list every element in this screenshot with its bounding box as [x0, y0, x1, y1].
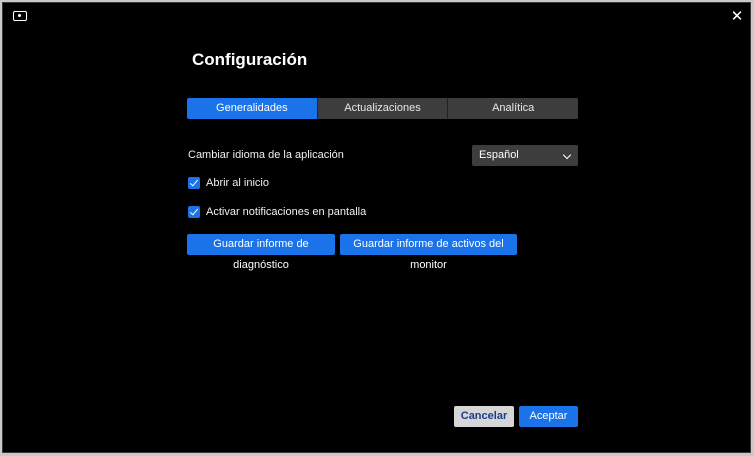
monitor-icon	[13, 11, 27, 21]
open-at-start-checkbox[interactable]	[188, 177, 200, 189]
tab-analytics[interactable]: Analítica	[448, 98, 579, 119]
notifications-label: Activar notificaciones en pantalla	[206, 206, 367, 218]
tab-general[interactable]: Generalidades	[187, 98, 318, 119]
tab-bar: Generalidades Actualizaciones Analítica	[187, 98, 579, 119]
settings-window: ✕ Configuración Generalidades Actualizac…	[2, 2, 751, 453]
save-monitor-asset-report-button[interactable]: Guardar informe de activos del monitor	[340, 234, 517, 271]
notifications-row: Activar notificaciones en pantalla	[188, 206, 366, 218]
open-at-start-label: Abrir al inicio	[206, 177, 269, 189]
cancel-button[interactable]: Cancelar	[454, 406, 514, 427]
accept-button[interactable]: Aceptar	[519, 406, 578, 427]
page-title: Configuración	[192, 50, 308, 69]
tab-updates[interactable]: Actualizaciones	[317, 98, 449, 119]
notifications-checkbox[interactable]	[188, 206, 200, 218]
open-at-start-row: Abrir al inicio	[188, 177, 269, 189]
language-select[interactable]: Español	[472, 145, 578, 166]
save-diagnostic-report-button[interactable]: Guardar informe de diagnóstico	[187, 234, 335, 271]
language-select-value: Español	[479, 149, 519, 161]
close-button[interactable]: ✕	[728, 8, 746, 26]
language-label: Cambiar idioma de la aplicación	[188, 149, 344, 161]
chevron-down-icon	[562, 150, 572, 160]
